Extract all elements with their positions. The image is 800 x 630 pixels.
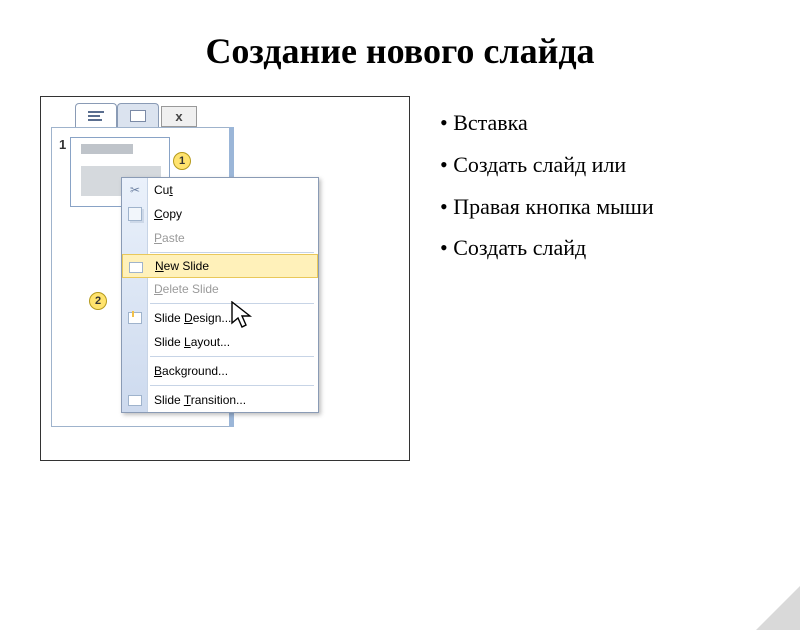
menu-item-slide-transition[interactable]: Slide Transition...: [122, 388, 318, 412]
callout-marker-2: 2: [89, 292, 107, 310]
menu-item-label: Paste: [154, 231, 185, 245]
screenshot-frame: x 1 1 2 Cut Copy Paste New Slide Delete Slid…: [40, 96, 410, 461]
menu-separator: [150, 252, 314, 253]
menu-item-cut[interactable]: Cut: [122, 178, 318, 202]
cursor-icon: [231, 301, 257, 331]
context-menu: Cut Copy Paste New Slide Delete Slide Slide D…: [121, 177, 319, 413]
bullet-item: Вставка: [440, 102, 654, 144]
menu-item-new-slide[interactable]: New Slide: [122, 254, 318, 278]
bullet-item: Создать слайд или: [440, 144, 654, 186]
menu-item-delete-slide: Delete Slide: [122, 277, 318, 301]
menu-item-background[interactable]: Background...: [122, 359, 318, 383]
scissors-icon: [126, 181, 144, 199]
design-icon: [126, 309, 144, 327]
menu-item-slide-layout[interactable]: Slide Layout...: [122, 330, 318, 354]
menu-item-label: Slide Layout...: [154, 335, 230, 349]
new-slide-icon: [127, 258, 145, 276]
tab-bar: x: [75, 103, 197, 127]
menu-item-label: Background...: [154, 364, 228, 378]
close-pane-button[interactable]: x: [161, 106, 197, 127]
menu-item-paste: Paste: [122, 226, 318, 250]
menu-item-label: Delete Slide: [154, 282, 219, 296]
page-corner-decor: [756, 586, 800, 630]
menu-item-label: Copy: [154, 207, 182, 221]
menu-separator: [150, 356, 314, 357]
transition-icon: [126, 391, 144, 409]
menu-item-slide-design[interactable]: Slide Design...: [122, 306, 318, 330]
tab-outline[interactable]: [75, 103, 117, 127]
bullet-list: ВставкаСоздать слайд илиПравая кнопка мы…: [440, 102, 654, 461]
menu-item-label: Slide Design...: [154, 311, 231, 325]
menu-item-label: New Slide: [155, 259, 209, 273]
tab-slides[interactable]: [117, 103, 159, 127]
bullet-item: Создать слайд: [440, 227, 654, 269]
menu-item-copy[interactable]: Copy: [122, 202, 318, 226]
content-row: x 1 1 2 Cut Copy Paste New Slide Delete Slid…: [0, 96, 800, 461]
outline-icon: [88, 111, 104, 121]
slide-number: 1: [59, 137, 66, 152]
callout-marker-1: 1: [173, 152, 191, 170]
bullet-item: Правая кнопка мыши: [440, 186, 654, 228]
menu-item-label: Slide Transition...: [154, 393, 246, 407]
menu-item-label: Cut: [154, 183, 173, 197]
menu-separator: [150, 385, 314, 386]
slide-icon: [130, 110, 146, 122]
copy-icon: [126, 205, 144, 223]
page-title: Создание нового слайда: [0, 30, 800, 72]
